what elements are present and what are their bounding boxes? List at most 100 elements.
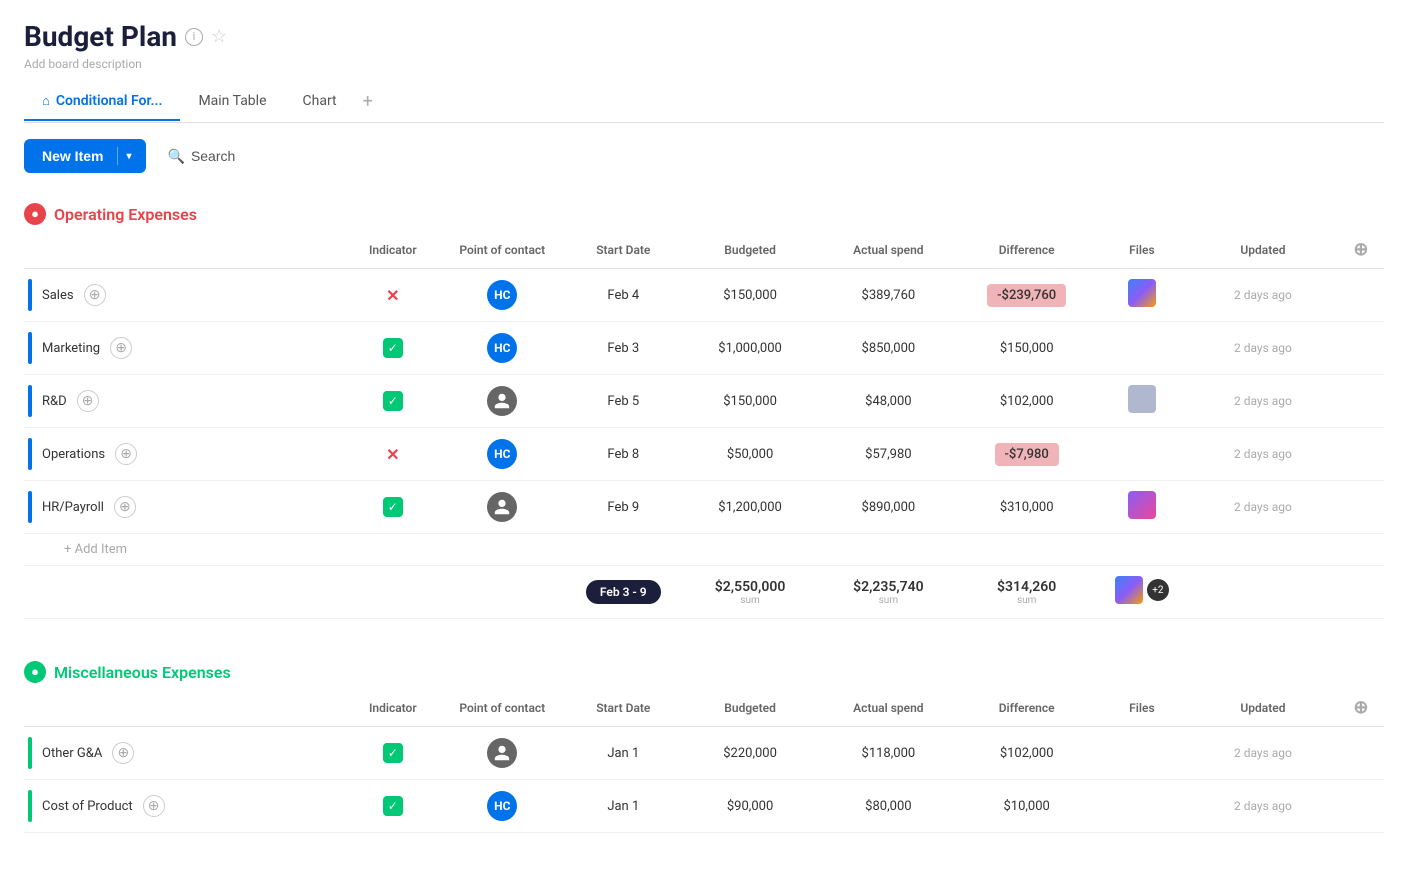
actual-spend-value: $48,000 — [865, 394, 911, 409]
miscellaneous-expenses-title: Miscellaneous Expenses — [54, 663, 231, 682]
indicator-cell: ✕ — [347, 428, 439, 481]
add-col-cell — [1338, 780, 1384, 833]
miscellaneous-expenses-toggle[interactable]: ● — [24, 661, 46, 683]
updated-value: 2 days ago — [1234, 746, 1292, 760]
tab-chart[interactable]: Chart — [285, 83, 355, 121]
table-row: Other G&A ⊕ ✓ Jan 1 $220,000 $118,000 $1… — [24, 727, 1384, 780]
name-cell: Sales ⊕ — [28, 279, 343, 311]
summary-budgeted-label: sum — [685, 595, 815, 606]
avatar-hc: HC — [487, 280, 517, 310]
poc-cell: HC — [439, 780, 566, 833]
avatar-hc: HC — [487, 333, 517, 363]
file-thumbnail — [1128, 279, 1156, 307]
poc-cell — [439, 481, 566, 534]
difference-negative: -$239,760 — [987, 284, 1066, 307]
add-item-row[interactable]: + Add Item — [24, 534, 1384, 566]
tab-conditional-label: Conditional For... — [56, 93, 163, 109]
avatar-anon — [487, 738, 517, 768]
updated-value: 2 days ago — [1234, 500, 1292, 514]
misc-col-header-files: Files — [1096, 689, 1188, 727]
add-subitem-button[interactable]: ⊕ — [84, 284, 106, 306]
budgeted-cell: $90,000 — [681, 780, 819, 833]
info-icon[interactable]: i — [185, 28, 203, 46]
name-cell: Marketing ⊕ — [28, 332, 343, 364]
difference-cell: $10,000 — [958, 780, 1096, 833]
new-item-button[interactable]: New Item ▾ — [24, 139, 146, 173]
add-subitem-button[interactable]: ⊕ — [114, 496, 136, 518]
summary-empty-name — [24, 566, 347, 619]
add-subitem-button[interactable]: ⊕ — [143, 795, 165, 817]
operating-expenses-table: Indicator Point of contact Start Date Bu… — [24, 231, 1384, 566]
tab-conditional[interactable]: ⌂ Conditional For... — [24, 83, 180, 121]
tab-main-table-label: Main Table — [198, 93, 266, 109]
difference-positive: $10,000 — [1003, 799, 1049, 814]
misc-col-header-difference: Difference — [958, 689, 1096, 727]
favorite-icon[interactable]: ☆ — [211, 26, 227, 47]
budgeted-value: $50,000 — [727, 447, 773, 462]
budgeted-cell: $1,000,000 — [681, 322, 819, 375]
name-cell: Other G&A ⊕ — [28, 737, 343, 769]
difference-positive: $102,000 — [1000, 746, 1054, 761]
actual-spend-value: $80,000 — [865, 799, 911, 814]
col-header-indicator: Indicator — [347, 231, 439, 269]
row-bar — [28, 737, 32, 769]
add-subitem-button[interactable]: ⊕ — [112, 742, 134, 764]
summary-file-thumb1 — [1115, 576, 1143, 604]
budgeted-cell: $150,000 — [681, 269, 819, 322]
summary-empty-indicator — [347, 566, 439, 619]
actual-spend-cell: $850,000 — [819, 322, 957, 375]
misc-col-header-updated: Updated — [1188, 689, 1338, 727]
table-row: Cost of Product ⊕ ✓ HC Jan 1 $90,000 $80… — [24, 780, 1384, 833]
files-cell — [1096, 780, 1188, 833]
budgeted-value: $150,000 — [723, 288, 777, 303]
actual-spend-cell: $118,000 — [819, 727, 957, 780]
difference-cell: $102,000 — [958, 727, 1096, 780]
date-value: Feb 3 — [607, 341, 639, 356]
updated-cell: 2 days ago — [1188, 322, 1338, 375]
name-cell: Cost of Product ⊕ — [28, 790, 343, 822]
board-description[interactable]: Add board description — [24, 57, 1384, 71]
add-item-cell[interactable]: + Add Item — [24, 534, 1384, 566]
avatar-anon — [487, 492, 517, 522]
date-range-badge: Feb 3 - 9 — [586, 580, 661, 604]
col-header-budgeted: Budgeted — [681, 231, 819, 269]
misc-col-header-name — [24, 689, 347, 727]
actual-spend-cell: $80,000 — [819, 780, 957, 833]
row-name: R&D — [42, 394, 67, 409]
date-value: Feb 4 — [607, 288, 639, 303]
col-header-actualspend: Actual spend — [819, 231, 957, 269]
difference-cell: -$239,760 — [958, 269, 1096, 322]
add-column-icon[interactable]: ⊕ — [1353, 239, 1368, 260]
files-cell — [1096, 269, 1188, 322]
files-cell — [1096, 322, 1188, 375]
add-subitem-button[interactable]: ⊕ — [110, 337, 132, 359]
budgeted-cell: $220,000 — [681, 727, 819, 780]
add-tab-button[interactable]: + — [355, 81, 381, 122]
row-name: Marketing — [42, 341, 100, 356]
indicator-cell: ✓ — [347, 481, 439, 534]
avatar-hc: HC — [487, 439, 517, 469]
budgeted-cell: $150,000 — [681, 375, 819, 428]
col-header-difference: Difference — [958, 231, 1096, 269]
summary-empty-add — [1338, 566, 1384, 619]
summary-files: +2 — [1096, 566, 1188, 619]
updated-value: 2 days ago — [1234, 447, 1292, 461]
budgeted-cell: $1,200,000 — [681, 481, 819, 534]
add-subitem-button[interactable]: ⊕ — [77, 390, 99, 412]
search-button[interactable]: 🔍 Search — [156, 140, 248, 173]
row-name: HR/Payroll — [42, 500, 104, 515]
operating-expenses-toggle[interactable]: ● — [24, 203, 46, 225]
table-row: Operations ⊕ ✕ HC Feb 8 $50,000 $57,980 … — [24, 428, 1384, 481]
add-subitem-button[interactable]: ⊕ — [115, 443, 137, 465]
summary-actual-spend: $2,235,740 sum — [819, 566, 957, 619]
indicator-cell: ✓ — [347, 727, 439, 780]
misc-col-header-startdate: Start Date — [566, 689, 681, 727]
files-cell — [1096, 428, 1188, 481]
indicator-check-icon: ✓ — [383, 796, 403, 816]
tab-main-table[interactable]: Main Table — [180, 83, 284, 121]
actual-spend-value: $850,000 — [862, 341, 916, 356]
add-item-link[interactable]: + Add Item — [64, 542, 127, 557]
misc-add-column-icon[interactable]: ⊕ — [1353, 697, 1368, 718]
summary-empty-updated — [1188, 566, 1338, 619]
operating-expenses-section: ● Operating Expenses — [24, 197, 1384, 619]
